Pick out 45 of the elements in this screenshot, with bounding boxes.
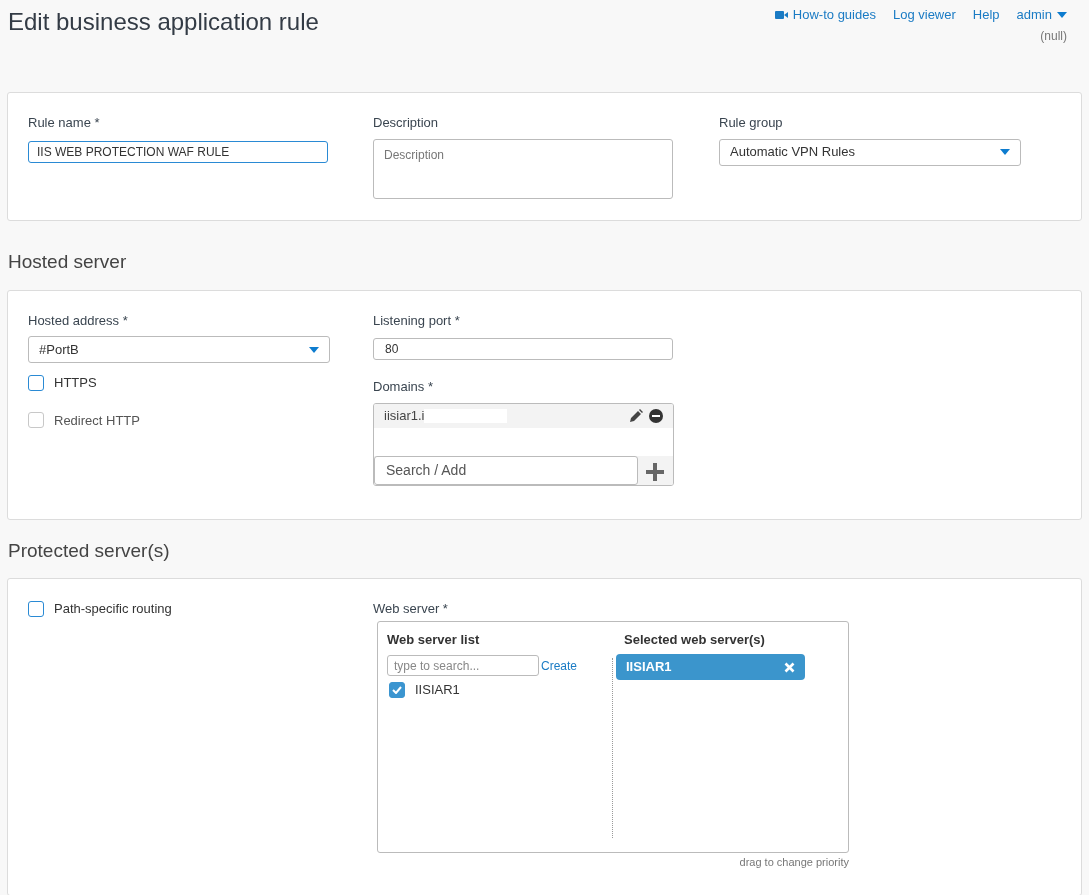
listening-port-field[interactable]: 80 — [373, 338, 673, 360]
create-link[interactable]: Create — [541, 656, 578, 675]
selected-server-chip[interactable]: IISIAR1 — [616, 654, 805, 680]
checkbox[interactable] — [389, 681, 405, 698]
header-link[interactable]: Help — [972, 5, 1000, 25]
header-link[interactable]: How-to guides — [774, 5, 876, 25]
user-menu[interactable]: admin — [1016, 5, 1067, 25]
close-icon[interactable] — [784, 661, 795, 673]
pencil-icon[interactable] — [629, 408, 643, 423]
checkbox-label: HTTPS — [54, 374, 97, 392]
web-server-search-field[interactable]: type to search... — [387, 655, 539, 676]
checkbox[interactable] — [28, 374, 44, 391]
field-label: Listening port * — [373, 311, 461, 330]
field-label: Web server * — [373, 600, 449, 618]
field-label: Description — [373, 114, 440, 132]
checkbox[interactable] — [28, 600, 44, 617]
caret-icon — [309, 346, 319, 353]
check-icon — [392, 685, 402, 694]
caret-icon — [1057, 11, 1067, 18]
domain-text: iisiar1.i — [384, 406, 425, 425]
video-camera-icon — [774, 9, 788, 20]
caret-icon — [1000, 149, 1010, 155]
hint-text: drag to change priority — [738, 854, 849, 870]
field-label: Rule group — [719, 114, 784, 132]
section-heading: Hosted server — [7, 250, 128, 274]
plus-icon[interactable] — [646, 462, 664, 481]
checkbox-label: Path-specific routing — [54, 600, 172, 618]
domain-search-field[interactable]: Search / Add — [374, 455, 638, 485]
page-title: Edit business application rule — [8, 7, 319, 37]
domain-item[interactable]: iisiar1.i — [374, 403, 673, 428]
rule-group-dropdown[interactable]: Automatic VPN Rules — [719, 138, 1021, 166]
field-label: Domains * — [373, 378, 434, 396]
description-field[interactable]: Description — [373, 138, 673, 199]
checkbox-label: Redirect HTTP — [54, 411, 140, 430]
rule-name-field[interactable]: IIS WEB PROTECTION WAF RULE — [28, 140, 328, 163]
remove-icon[interactable] — [649, 408, 663, 423]
field-label: Rule name * — [28, 114, 101, 132]
checkbox-label: IISIAR1 — [415, 681, 460, 699]
section-heading: Protected server(s) — [7, 538, 171, 563]
panel-title: Web server list — [387, 630, 481, 649]
panel-title: Selected web server(s) — [624, 630, 766, 649]
user-note: (null) — [1040, 27, 1067, 45]
field-label: Hosted address * — [28, 311, 129, 330]
hosted-address-dropdown[interactable]: #PortB — [28, 336, 330, 363]
header-link[interactable]: Log viewer — [892, 5, 956, 25]
